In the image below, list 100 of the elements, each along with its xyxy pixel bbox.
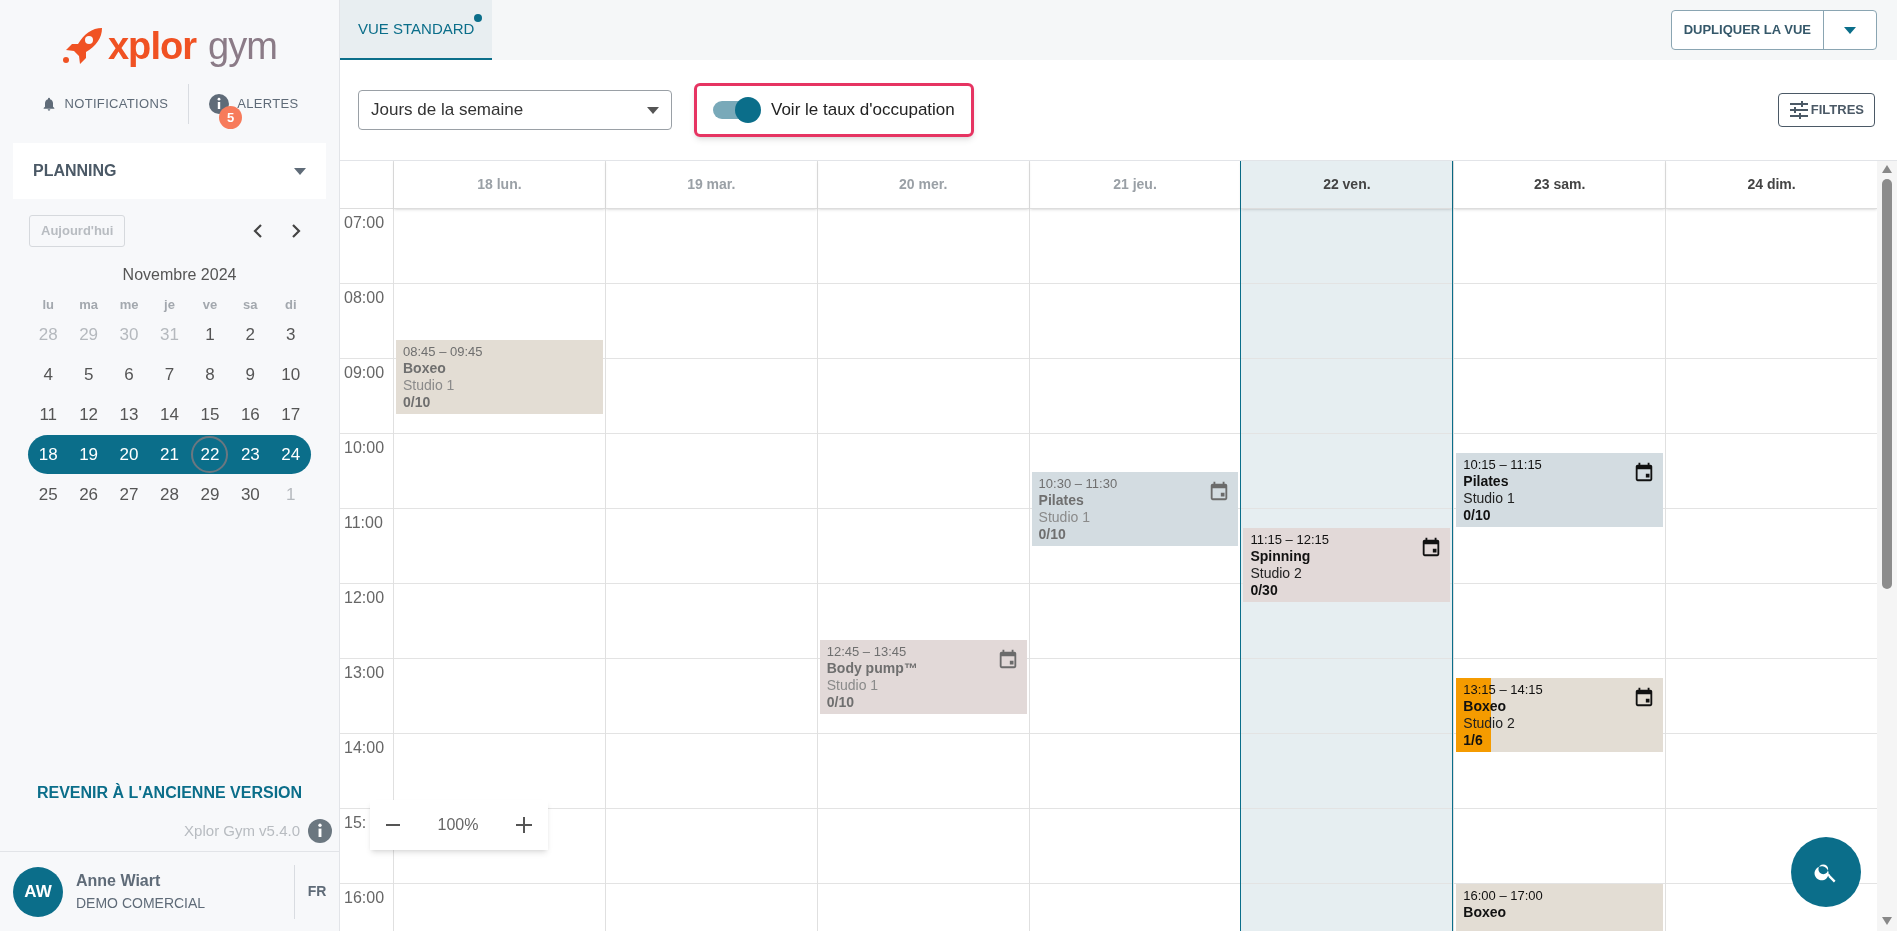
hour-label: 10:00	[344, 438, 385, 458]
month-title: Novembre 2024	[121, 264, 238, 285]
event-time: 10:30 – 11:30	[1038, 475, 1118, 491]
user-avatar[interactable]: AW	[13, 866, 63, 917]
hour-label: 13:00	[344, 663, 385, 683]
calendar-day[interactable]: 26	[68, 475, 109, 514]
calendar-day[interactable]: 6	[108, 355, 150, 394]
calendar-day[interactable]: 10	[270, 355, 311, 394]
zoom-in-icon[interactable]	[516, 817, 532, 833]
calendar-day[interactable]: 9	[230, 355, 271, 394]
weekday-label: sa	[242, 295, 259, 314]
event-time: 12:45 – 13:45	[826, 644, 907, 660]
hour-label: 08:00	[344, 288, 385, 308]
hour-label: 16:00	[344, 888, 385, 908]
class-event[interactable]: 12:45 – 13:45 Body pump™ Studio 1 0/10	[819, 640, 1027, 715]
calendar-day[interactable]: 4	[28, 355, 69, 394]
event-count: 0/10	[1463, 506, 1491, 523]
event-count: 0/10	[1038, 525, 1066, 542]
event-count: 0/30	[1250, 581, 1278, 598]
caret-icon	[1844, 26, 1856, 34]
calendar-day[interactable]: 3	[270, 315, 311, 354]
calendar-day[interactable]: 15	[189, 395, 231, 434]
calendar-day[interactable]: 29	[189, 475, 231, 514]
calendar-day[interactable]: 28	[149, 475, 190, 514]
user-name: Anne Wiart	[76, 871, 162, 891]
event-title: Pilates	[1038, 491, 1084, 508]
switch-label: Voir le taux d'occupation	[771, 99, 955, 122]
info-icon[interactable]	[308, 819, 332, 843]
hour-label: 12:00	[344, 588, 385, 608]
weekday-label: lu	[41, 295, 55, 314]
calendar-day[interactable]: 25	[28, 475, 69, 514]
scroll-up-icon[interactable]	[1882, 165, 1892, 173]
event-time: 08:45 – 09:45	[403, 344, 483, 360]
hour-label: 07:00	[344, 213, 385, 233]
caret-icon	[294, 167, 306, 175]
calendar-day[interactable]: 23	[230, 435, 271, 474]
calendar-day[interactable]: 17	[270, 395, 311, 434]
weekday-label: di	[284, 295, 298, 314]
class-event[interactable]: 10:30 – 11:30 Pilates Studio 1 0/10	[1031, 471, 1239, 546]
class-event[interactable]: 08:45 – 09:45 Boxeo Studio 1 0/10	[396, 340, 603, 415]
hour-label: 11:00	[344, 513, 383, 533]
revert-version-link[interactable]: REVENIR À L'ANCIENNE VERSION	[0, 781, 339, 805]
event-room: Studio 2	[1250, 564, 1302, 581]
logo-product: gym	[208, 27, 278, 65]
calendar-day[interactable]: 7	[149, 355, 190, 394]
event-title: Body pump™	[826, 660, 918, 677]
day-header[interactable]: 23 sam.	[1454, 161, 1666, 209]
header-link[interactable]: NOTIFICATIONS	[64, 94, 169, 114]
event-title: Spinning	[1250, 547, 1311, 564]
filters-button[interactable]: FILTRES	[1777, 93, 1875, 127]
calendar-day[interactable]: 22	[189, 435, 231, 474]
duplicate-view-button[interactable]: DUPLIQUER LA VUE	[1671, 11, 1824, 49]
event-room: Studio 1	[1463, 489, 1515, 506]
calendar-day[interactable]: 30	[230, 475, 271, 514]
event-room: Studio 1	[403, 377, 455, 394]
weekday-label: ve	[201, 295, 219, 314]
event-count: 1/6	[1463, 731, 1483, 748]
zoom-level: 100%	[437, 815, 479, 835]
event-count: 0/10	[403, 394, 431, 411]
user-organization: DEMO COMERCIAL	[76, 894, 207, 913]
scroll-down-icon[interactable]	[1882, 917, 1892, 925]
caret-icon	[647, 106, 659, 114]
view-select[interactable]: Jours de la semaine	[358, 90, 672, 130]
calendar-day[interactable]: 16	[230, 395, 271, 434]
view-tab[interactable]: VUE STANDARD	[340, 0, 493, 60]
class-event[interactable]: 10:15 – 11:15 Pilates Studio 1 0/10	[1456, 452, 1664, 527]
weekday-label: je	[162, 295, 176, 314]
calendar-day[interactable]: 18	[28, 435, 69, 474]
hour-label: 14:00	[344, 738, 385, 758]
sliders-icon	[1788, 101, 1809, 119]
logo-brand: xplor	[107, 27, 197, 65]
calendar-day[interactable]: 5	[68, 355, 109, 394]
scrollbar-thumb[interactable]	[1882, 179, 1892, 589]
event-title: Boxeo	[403, 360, 446, 377]
event-time: 11:15 – 12:15	[1250, 531, 1329, 547]
class-event[interactable]: 16:00 – 17:00 Boxeo	[1456, 884, 1664, 931]
calendar-day[interactable]: 1	[189, 315, 231, 354]
hour-label: 15:	[344, 813, 367, 833]
calendar-day[interactable]: 27	[108, 475, 150, 514]
day-header[interactable]: 22 ven.	[1241, 161, 1453, 209]
calendar-day[interactable]: 11	[28, 395, 69, 434]
calendar-day[interactable]: 19	[68, 435, 109, 474]
calendar-day[interactable]: 2	[230, 315, 271, 354]
calendar-day[interactable]: 13	[108, 395, 150, 434]
calendar-day[interactable]: 8	[189, 355, 231, 394]
calendar-day[interactable]: 12	[68, 395, 109, 434]
rocket-icon	[61, 26, 104, 66]
event-time: 16:00 – 17:00	[1463, 888, 1543, 903]
event-room: Studio 1	[826, 677, 879, 694]
class-event[interactable]: 11:15 – 12:15 Spinning Studio 2 0/30	[1243, 527, 1451, 602]
calendar-day[interactable]: 20	[108, 435, 150, 474]
section-dropdown[interactable]: PLANNING	[13, 143, 326, 199]
hour-label: 09:00	[344, 363, 385, 383]
calendar-day[interactable]: 21	[149, 435, 190, 474]
calendar-day[interactable]: 24	[270, 435, 311, 474]
event-title: Boxeo	[1463, 904, 1507, 920]
calendar-day[interactable]: 14	[149, 395, 190, 434]
language-selector[interactable]: FR	[307, 881, 327, 902]
event-title: Pilates	[1463, 472, 1509, 489]
weekday-label: ma	[78, 295, 100, 314]
